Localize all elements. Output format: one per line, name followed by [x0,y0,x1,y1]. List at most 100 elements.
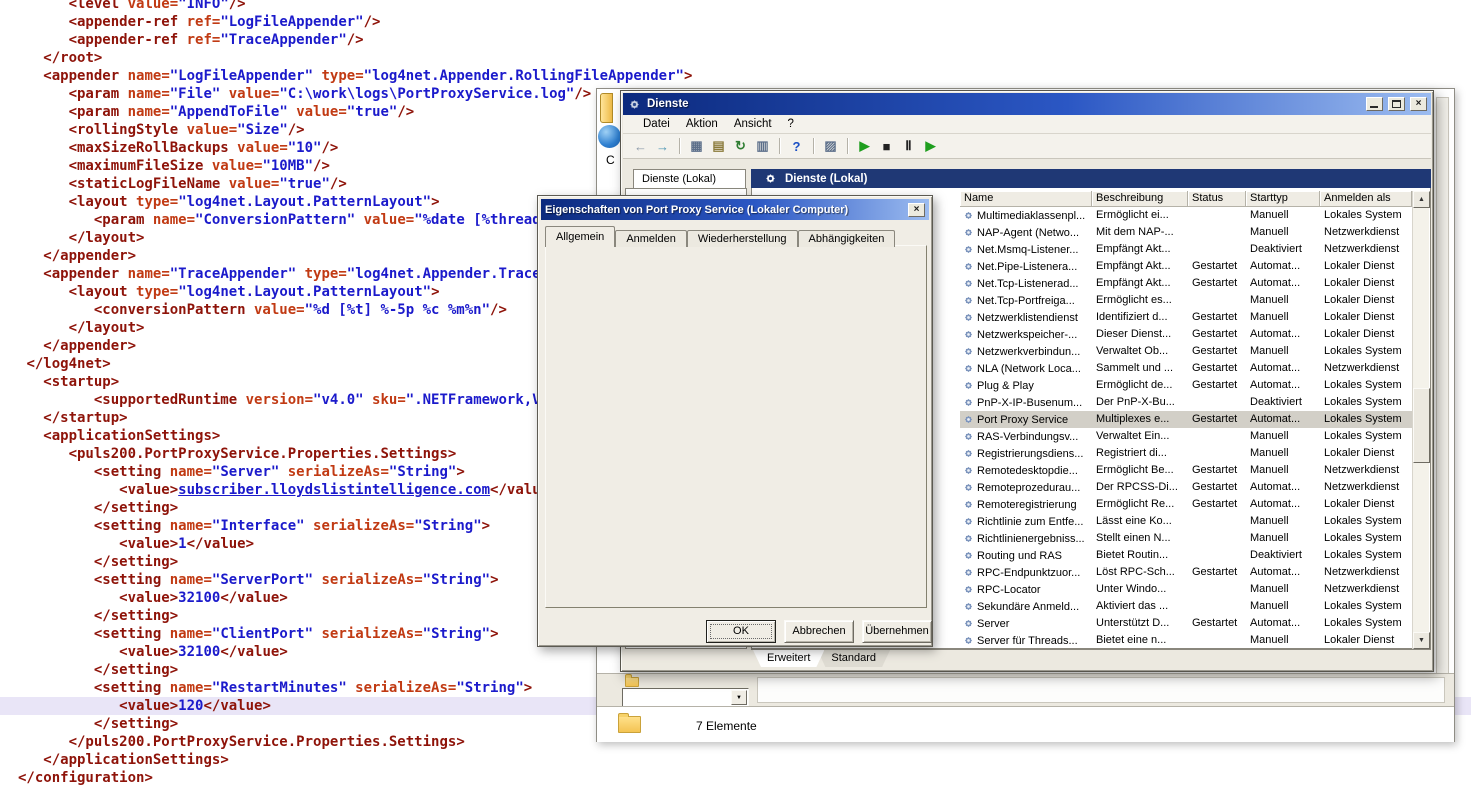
code-token: type [296,266,338,282]
service-logon-as: Lokales System [1320,598,1412,615]
extended-view-icon[interactable]: ▨ [821,137,840,156]
close-button[interactable]: × [1410,97,1427,111]
service-row[interactable]: RPC-LocatorUnter Windo...ManuellNetzwerk… [960,581,1412,598]
code-line[interactable]: <level value="INFO"/> [18,0,1471,13]
service-row[interactable]: Netzwerkspeicher-...Dieser Dienst...Gest… [960,326,1412,343]
service-row[interactable]: NAP-Agent (Netwo...Mit dem NAP-...Manuel… [960,224,1412,241]
background-scrollbar[interactable] [1436,97,1449,697]
tab-page-allgemein [545,245,927,608]
service-row[interactable]: Routing und RASBietet Routin...Deaktivie… [960,547,1412,564]
menu-item-ansicht[interactable]: Ansicht [726,116,780,132]
view-tab-standard[interactable]: Standard [817,650,890,667]
code-token: <layout [69,284,128,300]
code-token: "Size" [237,122,288,138]
restart-service-icon[interactable]: ▶ [921,137,940,156]
refresh-icon[interactable]: ↻ [731,137,750,156]
minimize-button[interactable] [1366,97,1383,111]
code-token [18,464,94,480]
combo-dropdown-icon[interactable]: ▼ [731,690,747,705]
tab-allgemein[interactable]: Allgemein [545,226,615,247]
column-header-starttyp[interactable]: Starttyp [1246,191,1320,207]
service-row[interactable]: Server für Threads...Bietet eine n...Man… [960,632,1412,649]
service-row[interactable]: Richtlinienergebniss...Stellt einen N...… [960,530,1412,547]
service-row[interactable]: NLA (Network Loca...Sammelt und ...Gesta… [960,360,1412,377]
service-row[interactable]: RPC-Endpunktzuor...Löst RPC-Sch...Gestar… [960,564,1412,581]
code-token: serializeAs [279,464,380,480]
column-header-anmelden-als[interactable]: Anmelden als [1320,191,1412,207]
code-token [18,698,119,714]
service-row[interactable]: Multimediaklassenpl...Ermöglicht ei...Ma… [960,207,1412,224]
service-row[interactable]: Remotedesktopdie...Ermöglicht Be...Gesta… [960,462,1412,479]
service-logon-as: Lokales System [1320,615,1412,632]
service-name: Routing und RAS [977,548,1062,564]
dialog-title: Eigenschaften von Port Proxy Service (Lo… [545,204,903,216]
column-header-status[interactable]: Status [1188,191,1246,207]
forward-icon[interactable]: → [653,137,672,156]
scroll-down-icon[interactable]: ▼ [1413,632,1430,649]
show-console-tree-icon[interactable]: ▦ [687,137,706,156]
scroll-up-icon[interactable]: ▲ [1413,191,1430,208]
pause-service-icon[interactable]: Ⅱ [899,137,918,156]
services-title-bar[interactable]: Dienste × [623,93,1431,115]
code-token: <supportedRuntime [94,392,237,408]
code-line[interactable]: <appender-ref ref="LogFileAppender"/> [18,13,1471,31]
code-line[interactable]: </applicationSettings> [18,751,1471,769]
service-starttype: Manuell [1246,462,1320,479]
service-row[interactable]: Net.Pipe-Listenera...Empfängt Akt...Gest… [960,258,1412,275]
code-token: > [102,356,110,372]
service-row[interactable]: Net.Tcp-Listenerad...Empfängt Akt...Gest… [960,275,1412,292]
service-row[interactable]: Registrierungsdiens...Registriert di...M… [960,445,1412,462]
console-pane-tab[interactable]: Dienste (Lokal) [633,169,746,188]
code-line[interactable]: <appender-ref ref="TraceAppender"/> [18,31,1471,49]
service-row[interactable]: Plug & PlayErmöglicht de...GestartetAuto… [960,377,1412,394]
service-row[interactable]: Net.Msmq-Listener...Empfängt Akt...Deakt… [960,241,1412,258]
code-line[interactable]: </configuration> [18,769,1471,787]
code-token: </value [187,536,246,552]
view-tab-erweitert[interactable]: Erweitert [753,650,824,667]
button-ok[interactable]: OK [706,620,776,643]
service-row[interactable]: ServerUnterstützt D...GestartetAutomat..… [960,615,1412,632]
service-row[interactable]: RemoteregistrierungErmöglicht Re...Gesta… [960,496,1412,513]
service-row[interactable]: RAS-Verbindungsv...Verwaltet Ein...Manue… [960,428,1412,445]
tab-abhaengigkeiten[interactable]: Abhängigkeiten [798,230,896,247]
menu-item-item[interactable]: ? [780,116,802,132]
code-token: > [170,554,178,570]
service-name-cell: NAP-Agent (Netwo... [960,224,1092,241]
scrollbar-thumb[interactable] [1413,388,1430,463]
help-icon[interactable]: ? [787,137,806,156]
service-row[interactable]: Net.Tcp-Portfreiga...Ermöglicht es...Man… [960,292,1412,309]
tab-anmelden[interactable]: Anmelden [615,230,687,247]
services-scrollbar[interactable]: ▲ ▼ [1412,191,1429,649]
folder-combobox[interactable]: ▼ [622,688,749,707]
service-status: Gestartet [1188,615,1246,632]
maximize-button[interactable] [1388,97,1405,111]
export-list-icon[interactable]: ▤ [709,137,728,156]
close-button[interactable]: × [908,203,925,217]
service-row[interactable]: Netzwerkverbindun...Verwaltet Ob...Gesta… [960,343,1412,360]
button-uebernehmen[interactable]: Übernehmen [862,620,932,643]
service-row[interactable]: Port Proxy ServiceMultiplexes e...Gestar… [960,411,1412,428]
tab-wiederherstellung[interactable]: Wiederherstellung [687,230,798,247]
menu-item-datei[interactable]: Datei [635,116,678,132]
service-row[interactable]: Remoteprozedurau...Der RPCSS-Di...Gestar… [960,479,1412,496]
dialog-title-bar[interactable]: Eigenschaften von Port Proxy Service (Lo… [541,199,929,220]
code-token: <param [69,86,120,102]
menu-item-aktion[interactable]: Aktion [678,116,726,132]
service-row[interactable]: PnP-X-IP-Busenum...Der PnP-X-Bu...Deakti… [960,394,1412,411]
start-service-icon[interactable]: ▶ [855,137,874,156]
code-line[interactable]: </root> [18,49,1471,67]
back-icon[interactable]: ← [631,137,650,156]
column-header-beschreibung[interactable]: Beschreibung [1092,191,1188,207]
service-starttype: Manuell [1246,598,1320,615]
column-header-name[interactable]: Name [960,191,1092,207]
code-token: name [119,104,161,120]
service-row[interactable]: Sekundäre Anmeld...Aktiviert das ...Manu… [960,598,1412,615]
button-abbrechen[interactable]: Abbrechen [784,620,854,643]
stop-service-icon[interactable]: ■ [877,137,896,156]
properties-icon[interactable]: ▥ [753,137,772,156]
code-line[interactable]: <appender name="LogFileAppender" type="l… [18,67,1471,85]
code-token [18,0,69,12]
service-row[interactable]: Richtlinie zum Entfe...Lässt eine Ko...M… [960,513,1412,530]
service-row[interactable]: NetzwerklistendienstIdentifiziert d...Ge… [960,309,1412,326]
code-token: <appender [43,68,119,84]
